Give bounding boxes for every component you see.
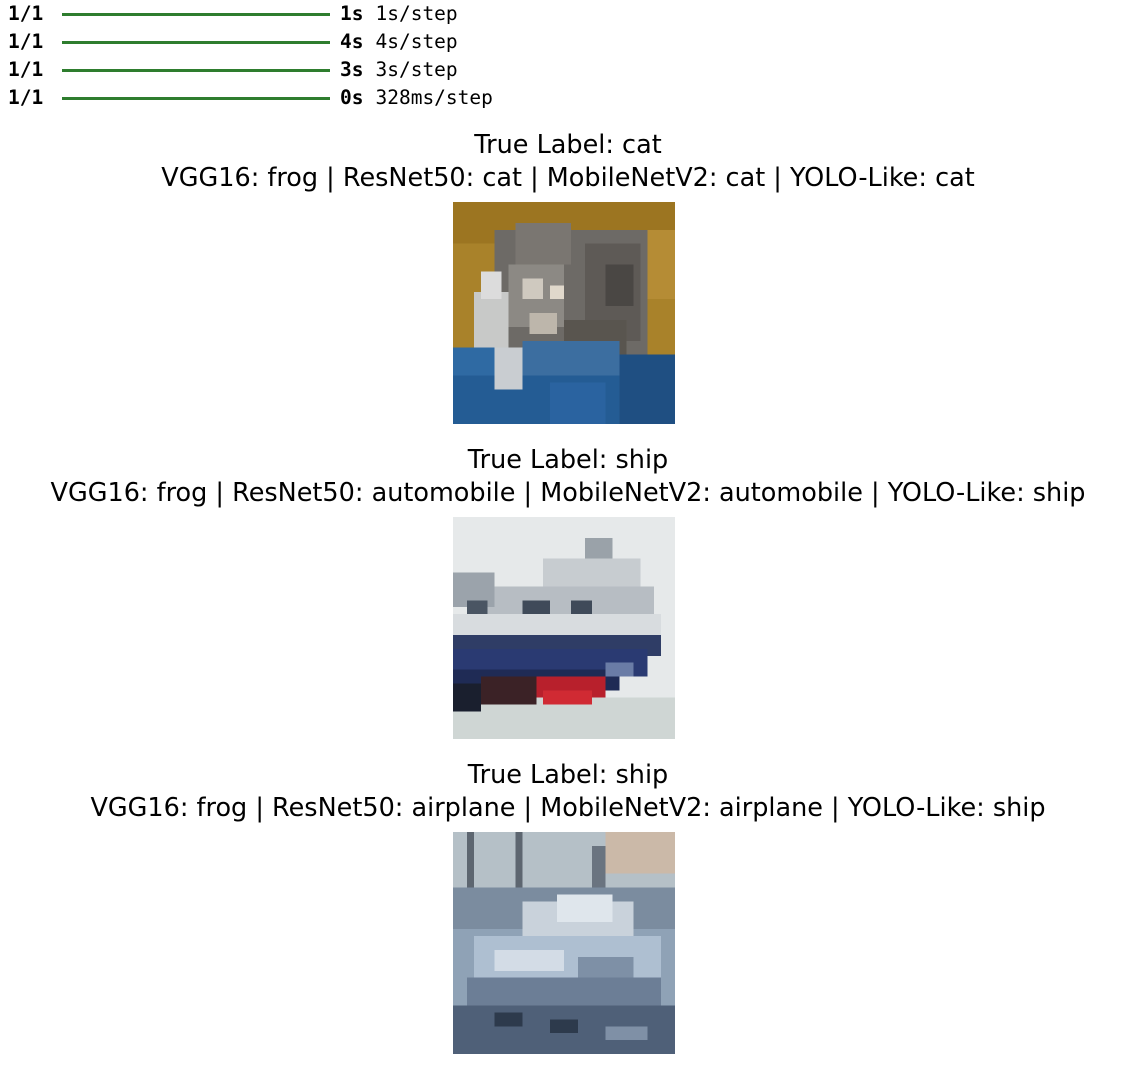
cat-thumbnail [453,202,675,424]
true-label-title: True Label: ship [467,445,669,475]
ship-thumbnail [453,832,675,1054]
true-label-title: True Label: cat [474,130,662,160]
progress-bar [62,12,330,16]
predictions-title: VGG16: frog | ResNet50: automobile | Mob… [50,478,1086,508]
progress-step: 1/1 [8,86,44,109]
progress-bar [62,68,330,72]
true-label-title: True Label: ship [467,760,669,790]
progress-per-step: 4s/step [375,30,458,53]
prediction-panel: True Label: ship VGG16: frog | ResNet50:… [0,444,1136,510]
predictions-title: VGG16: frog | ResNet50: cat | MobileNetV… [161,163,975,193]
progress-step: 1/1 [8,58,44,81]
progress-step: 1/1 [8,2,44,25]
progress-per-step: 328ms/step [375,86,493,109]
progress-per-step: 3s/step [375,58,458,81]
progress-line: 1/1 4s 4s/step [8,28,1136,56]
progress-line: 1/1 1s 1s/step [8,0,1136,28]
progress-bar [62,96,330,100]
predictions-title: VGG16: frog | ResNet50: airplane | Mobil… [90,793,1046,823]
progress-time: 0s [340,86,364,109]
progress-step: 1/1 [8,30,44,53]
progress-line: 1/1 3s 3s/step [8,56,1136,84]
progress-time: 4s [340,30,364,53]
ship-thumbnail [453,517,675,739]
progress-line: 1/1 0s 328ms/step [8,84,1136,112]
progress-time: 3s [340,58,364,81]
cell-output-log: 1/1 1s 1s/step 1/1 4s 4s/step 1/1 3s 3s/… [8,0,1136,112]
prediction-panel: True Label: cat VGG16: frog | ResNet50: … [0,129,1136,195]
progress-per-step: 1s/step [375,2,458,25]
progress-bar [62,40,330,44]
prediction-panel: True Label: ship VGG16: frog | ResNet50:… [0,759,1136,825]
progress-time: 1s [340,2,364,25]
